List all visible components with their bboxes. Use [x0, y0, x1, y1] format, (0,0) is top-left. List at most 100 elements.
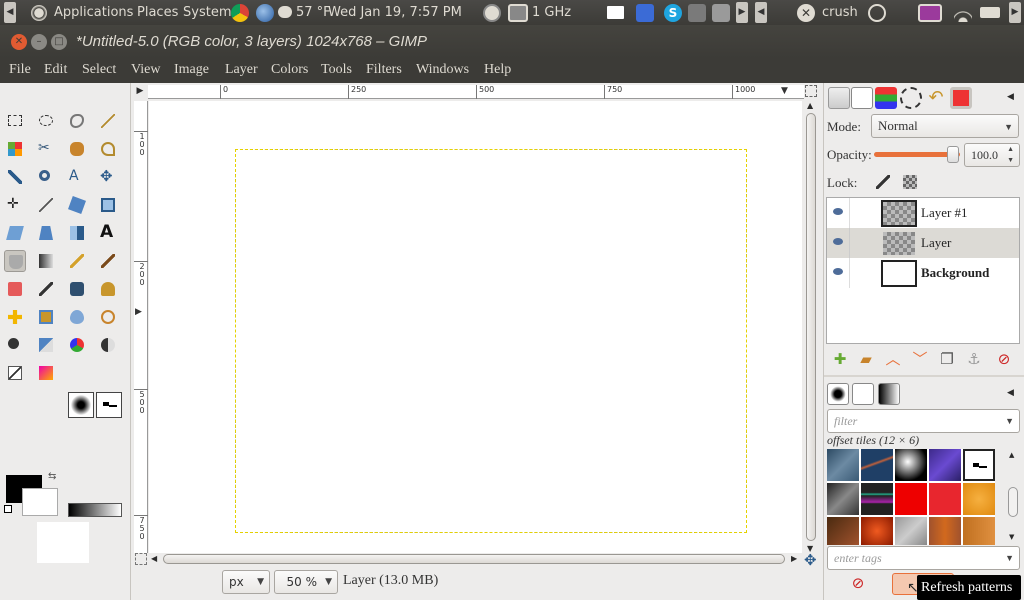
navigate-icon[interactable] [135, 553, 147, 565]
flip-tool[interactable] [66, 222, 88, 244]
patterns-scroll-thumb[interactable] [1008, 487, 1018, 517]
color-balance-tool[interactable] [66, 334, 88, 356]
close-window-button[interactable]: ✕ [11, 34, 27, 50]
quick-mask-menu-icon[interactable]: ▶ [134, 85, 146, 97]
eraser-tool[interactable] [4, 278, 26, 300]
foreground-select-tool[interactable] [66, 138, 88, 160]
eye-icon[interactable] [833, 238, 843, 245]
menu-edit[interactable]: Edit [44, 62, 67, 78]
lock-alpha-icon[interactable] [903, 175, 917, 189]
system-menu[interactable]: System [183, 0, 231, 25]
curves-tool[interactable] [4, 362, 26, 384]
scale-tool[interactable] [97, 194, 119, 216]
scroll-left-icon[interactable]: ◀ [151, 554, 157, 563]
new-layer-button[interactable]: ✚ [830, 349, 850, 369]
bucket-fill-tool[interactable] [4, 250, 26, 272]
wifi-icon[interactable] [954, 4, 972, 22]
pattern-filter-input[interactable]: filter ▼ [827, 409, 1020, 433]
menu-image[interactable]: Image [174, 62, 209, 78]
scissors-tool[interactable]: ✂ [35, 138, 57, 160]
eye-icon[interactable] [833, 268, 843, 275]
pattern-tile[interactable] [895, 517, 927, 545]
ubuntu-logo-icon[interactable] [30, 4, 48, 22]
layer-row[interactable]: Background [827, 258, 1019, 288]
gradient-indicator[interactable] [68, 503, 122, 517]
heal-tool[interactable] [4, 306, 26, 328]
dock-menu-icon[interactable]: ◀ [1007, 92, 1014, 102]
canvas-viewport[interactable] [149, 101, 802, 553]
close-session-icon[interactable]: ✕ [797, 4, 815, 22]
paths-tab-icon[interactable] [900, 87, 922, 109]
vertical-scrollbar[interactable]: ▲ ▼ [804, 101, 818, 553]
lock-pixels-icon[interactable] [876, 175, 890, 189]
patterns-grid[interactable] [827, 449, 995, 545]
messaging-icon[interactable] [636, 4, 654, 22]
brush-indicator[interactable] [68, 392, 94, 418]
battery-icon[interactable] [980, 7, 1000, 18]
anchor-layer-button[interactable]: ⚓ [964, 349, 984, 369]
pattern-tile[interactable] [963, 483, 995, 515]
clone-tool[interactable] [97, 278, 119, 300]
clock[interactable]: Wed Jan 19, 7:57 PM [328, 0, 462, 25]
timer-icon[interactable] [483, 4, 501, 22]
pattern-tile[interactable] [895, 483, 927, 515]
panel-middle-arrow-left-icon[interactable]: ◀ [755, 2, 767, 23]
free-select-tool[interactable] [66, 110, 88, 132]
pencil-tool[interactable] [66, 250, 88, 272]
menu-select[interactable]: Select [82, 62, 116, 78]
pattern-tile[interactable] [929, 449, 961, 481]
menu-help[interactable]: Help [484, 62, 511, 78]
layer-row[interactable]: Layer [827, 228, 1019, 258]
color-picker-tool[interactable] [4, 166, 26, 188]
threshold-tool[interactable] [35, 362, 57, 384]
active-image-thumbnail[interactable] [37, 522, 89, 563]
skype-icon[interactable]: S [664, 4, 682, 22]
layers-tab-icon[interactable] [875, 87, 897, 109]
pattern-tile[interactable] [929, 483, 961, 515]
perspective-clone-tool[interactable] [35, 306, 57, 328]
hardware-icon[interactable] [712, 4, 730, 22]
weather-temp[interactable]: 57 °F [296, 0, 331, 25]
panel-right-arrow-icon[interactable]: ▶ [1009, 2, 1021, 23]
menu-layer[interactable]: Layer [225, 62, 258, 78]
menu-windows[interactable]: Windows [416, 62, 469, 78]
pattern-tile[interactable] [827, 483, 859, 515]
menu-view[interactable]: View [131, 62, 160, 78]
workspace-switcher-icon[interactable] [918, 4, 942, 22]
pattern-tile[interactable] [861, 483, 893, 515]
shear-tool[interactable] [4, 222, 26, 244]
patterns-tab-icon[interactable] [852, 383, 874, 405]
rotate-tool[interactable] [66, 194, 88, 216]
menu-colors[interactable]: Colors [271, 62, 308, 78]
zoom-tool[interactable] [35, 166, 57, 188]
scroll-down-icon[interactable]: ▼ [1009, 533, 1014, 541]
default-colors-icon[interactable] [4, 505, 12, 513]
pattern-tile[interactable] [963, 517, 995, 545]
blur-tool[interactable] [66, 306, 88, 328]
layer-row[interactable]: Layer #1 [827, 198, 1019, 228]
rect-select-tool[interactable] [4, 110, 26, 132]
gradients-tab-icon[interactable] [878, 383, 900, 405]
raise-layer-button[interactable]: ︿ [883, 349, 903, 369]
vertical-ruler[interactable]: 1 0 0 2 0 0 ▶ 5 0 0 7 5 0 [134, 101, 148, 553]
image-canvas[interactable] [235, 149, 747, 533]
pattern-tile[interactable] [861, 449, 893, 481]
places-menu[interactable]: Places [137, 0, 178, 25]
pattern-indicator[interactable] [96, 392, 122, 418]
cpu-freq-icon[interactable] [508, 4, 528, 22]
mode-dropdown[interactable]: Normal ▼ [871, 114, 1019, 138]
opacity-spinbox[interactable]: 100.0 ▲ ▼ [964, 143, 1020, 167]
menu-filters[interactable]: Filters [366, 62, 402, 78]
scroll-up-icon[interactable]: ▲ [1009, 451, 1014, 459]
pattern-tile[interactable] [827, 517, 859, 545]
pattern-tile[interactable] [827, 449, 859, 481]
smudge-tool[interactable] [97, 306, 119, 328]
minimize-window-button[interactable]: – [31, 34, 47, 50]
panel-left-arrow-icon[interactable]: ◀ [4, 2, 16, 23]
ellipse-select-tool[interactable] [35, 110, 57, 132]
paths-tool[interactable] [97, 138, 119, 160]
eye-icon[interactable] [833, 208, 843, 215]
vertical-scroll-thumb[interactable] [806, 113, 816, 541]
paintbrush-tool[interactable] [97, 250, 119, 272]
zoom-to-fit-icon[interactable] [805, 85, 817, 97]
